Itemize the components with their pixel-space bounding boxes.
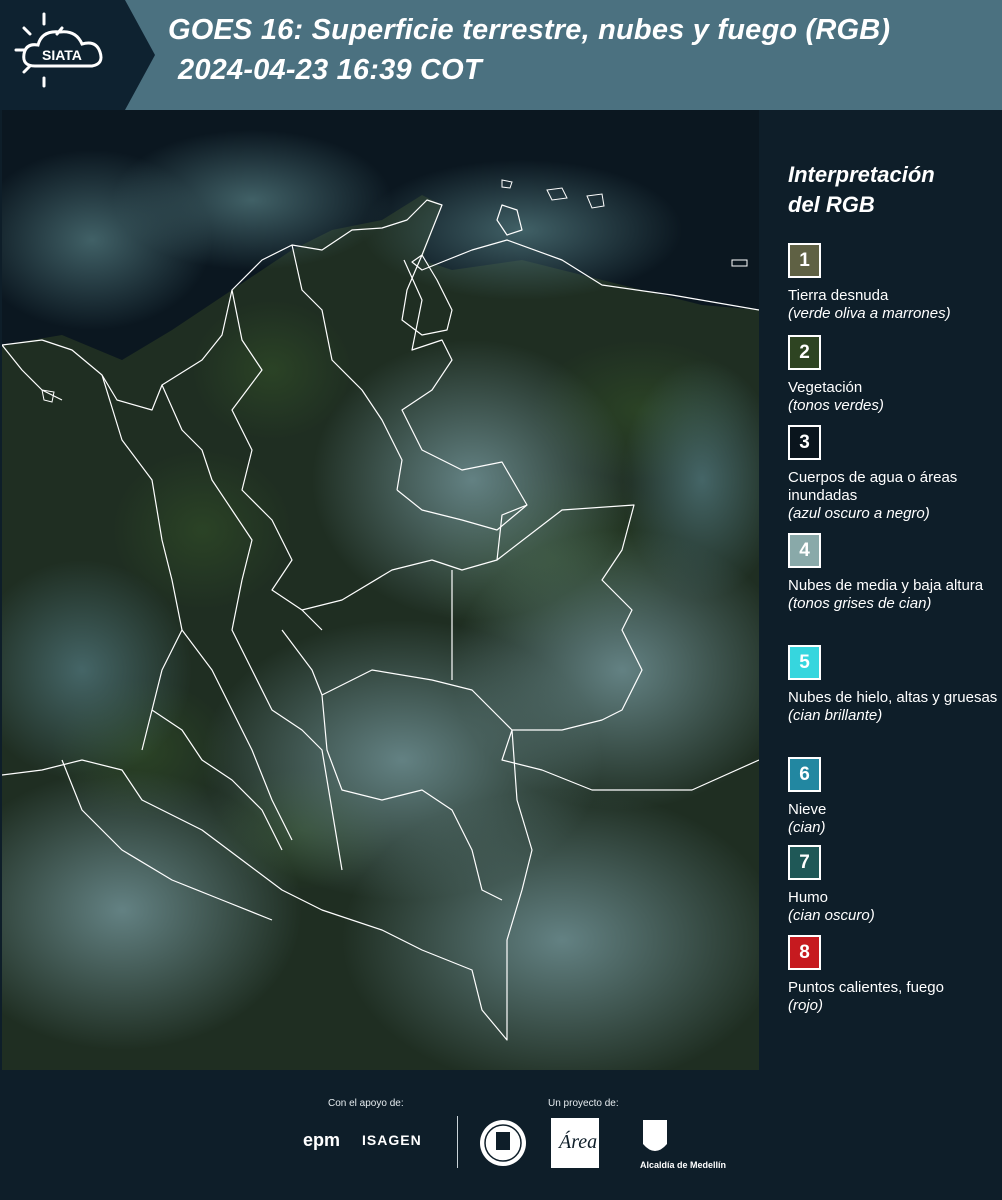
area-metropolitana-logo: Área [551,1118,599,1168]
legend-sub-8: (rojo) [788,997,824,1014]
legend-item-6: 6 Nieve (cian) [788,757,998,837]
satellite-map [2,110,759,1070]
legend-swatch-2: 2 [788,335,821,370]
legend-swatch-4: 4 [788,533,821,568]
legend-label-4: Nubes de media y baja altura [788,577,984,594]
project-label: Un proyecto de: [548,1098,619,1109]
isagen-logo: ISAGEN [362,1132,422,1148]
alcaldia-label: Alcaldía de Medellín [640,1160,727,1170]
epm-logo: epm [303,1130,341,1150]
legend-swatch-5: 5 [788,645,821,680]
legend-sub-3: (azul oscuro a negro) [788,505,930,522]
rgb-legend: Interpretación del RGB 1 Tierra desnuda (v… [788,160,998,1014]
legend-item-5: 5 Nubes de hielo, altas y gruesas (cian br… [788,645,998,725]
page-timestamp: 2024-04-23 16:39 COT [178,54,482,86]
alcaldia-shield-icon [643,1120,667,1151]
legend-item-2: 2 Vegetación (tonos verdes) [788,335,998,415]
legend-label-2: Vegetación [788,379,863,396]
legend-sub-2: (tonos verdes) [788,397,884,414]
legend-label-8: Puntos calientes, fuego [788,979,944,996]
legend-swatch-8: 8 [788,935,821,970]
legend-label-5: Nubes de hielo, altas y gruesas [788,689,998,706]
legend-item-8: 8 Puntos calientes, fuego (rojo) [788,935,998,1015]
page-title: GOES 16: Superficie terrestre, nubes y f… [168,14,891,46]
medellin-seal-icon [480,1120,526,1166]
legend-swatch-7: 7 [788,845,821,880]
legend-sub-1: (verde oliva a marrones) [788,305,951,322]
legend-sub-7: (cian oscuro) [788,907,875,924]
header-banner: SIATA GOES 16: Superficie terrestre, nub… [0,0,1002,110]
legend-item-4: 4 Nubes de media y baja altura (tonos gris… [788,533,998,613]
legend-sub-5: (cian brillante) [788,707,883,724]
siata-logo-text: SIATA [42,47,82,63]
support-label: Con el apoyo de: [328,1098,404,1109]
legend-item-3: 3 Cuerpos de agua o áreas inundadas (azul … [788,425,998,523]
legend-item-7: 7 Humo (cian oscuro) [788,845,998,925]
legend-swatch-6: 6 [788,757,821,792]
footer-divider [457,1116,458,1168]
legend-label-1: Tierra desnuda [788,287,889,304]
legend-swatch-3: 3 [788,425,821,460]
siata-logo: SIATA [0,0,155,110]
legend-sub-6: (cian) [788,819,826,836]
legend-label-6: Nieve [788,801,827,818]
svg-text:Área: Área [557,1130,597,1153]
footer: Con el apoyo de: Un proyecto de: epm ISA… [0,1070,1002,1200]
legend-label-3: Cuerpos de agua o áreas inundadas [788,469,958,504]
legend-item-1: 1 Tierra desnuda (verde oliva a marrones) [788,243,998,323]
legend-title: Interpretación del RGB [788,162,935,217]
legend-swatch-1: 1 [788,243,821,278]
legend-sub-4: (tonos grises de cian) [788,595,932,612]
legend-label-7: Humo [788,889,829,906]
